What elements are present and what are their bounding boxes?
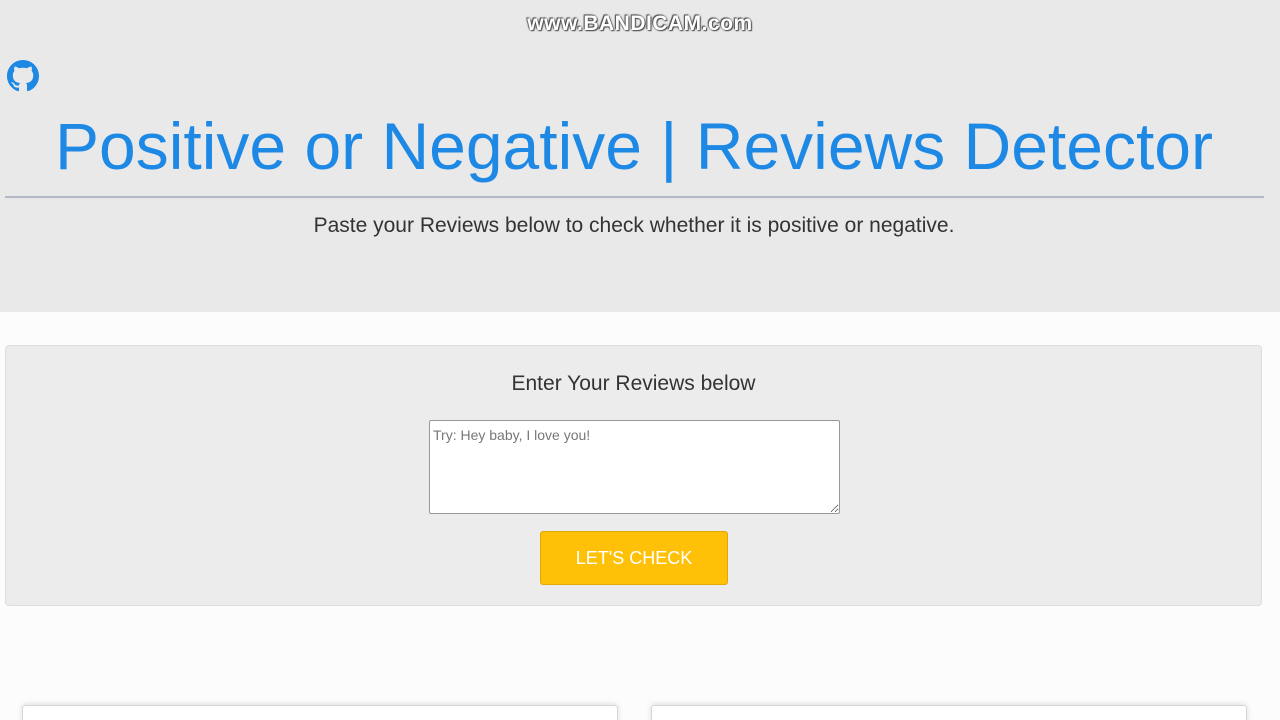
page-title: Positive or Negative | Reviews Detector (55, 109, 1213, 183)
result-card-left (22, 705, 618, 720)
github-icon[interactable] (7, 60, 39, 92)
page: www.BANDICAM.com Positive or Negative | … (0, 0, 1280, 720)
lets-check-button[interactable]: LET'S CHECK (540, 531, 728, 585)
header-section: www.BANDICAM.com Positive or Negative | … (0, 0, 1280, 312)
page-subtitle: Paste your Reviews below to check whethe… (313, 214, 955, 237)
review-input[interactable] (429, 420, 840, 514)
review-panel: Enter Your Reviews below LET'S CHECK (5, 345, 1262, 606)
review-panel-heading: Enter Your Reviews below (511, 372, 756, 395)
title-divider (5, 196, 1264, 198)
watermark: www.BANDICAM.com (527, 12, 753, 35)
result-card-right (651, 705, 1247, 720)
